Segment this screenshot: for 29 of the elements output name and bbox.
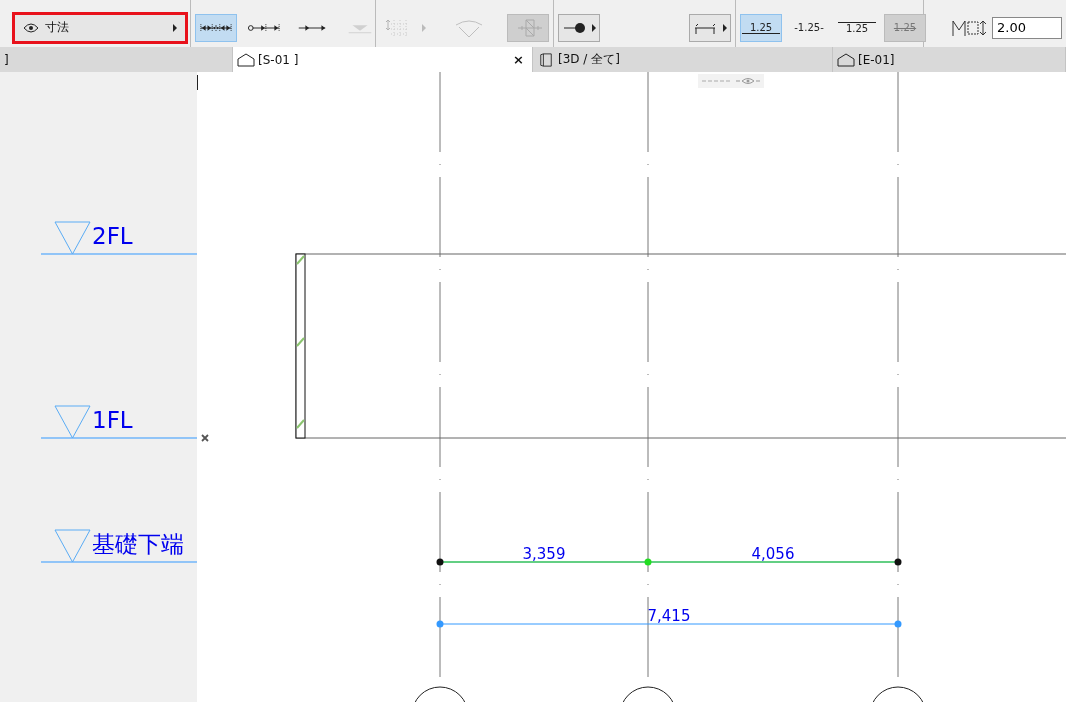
dimension-node: [894, 620, 902, 628]
dimension-value: 4,056: [751, 545, 795, 563]
height-field[interactable]: 2.00: [992, 16, 1062, 39]
text-position-button[interactable]: 1.25: [740, 13, 782, 42]
dimension-value: 3,359: [522, 545, 566, 563]
close-tab-button[interactable]: ×: [513, 52, 528, 67]
height-icon: [952, 18, 988, 37]
dimension-node: [644, 558, 652, 566]
cross-mark-icon: [201, 434, 209, 442]
text-position-button[interactable]: 1.25: [836, 13, 878, 42]
view-options-bar: [698, 74, 764, 88]
view-dropdown[interactable]: 寸法: [14, 13, 186, 42]
eye-icon: [23, 22, 39, 33]
dimension-style-button[interactable]: [195, 13, 237, 42]
tick-marker-button[interactable]: [689, 13, 731, 42]
dimension-node: [894, 558, 902, 566]
view-tab[interactable]: [S-01 ] ×: [233, 47, 533, 72]
house-outline-icon: [237, 52, 255, 67]
dimension-node: [436, 620, 444, 628]
level-label: 2FL: [92, 223, 133, 249]
dot-marker-button[interactable]: [558, 13, 601, 42]
level-label: 1FL: [92, 407, 133, 433]
level-label: 基礎下端: [92, 531, 184, 557]
box-outline-icon: [537, 52, 555, 67]
house-outline-icon: [837, 52, 855, 67]
text-cursor: [197, 74, 198, 91]
dimension-node: [436, 558, 444, 566]
dimension-value: 7,415: [647, 607, 691, 625]
text-position-button[interactable]: -1.25-: [788, 13, 830, 42]
